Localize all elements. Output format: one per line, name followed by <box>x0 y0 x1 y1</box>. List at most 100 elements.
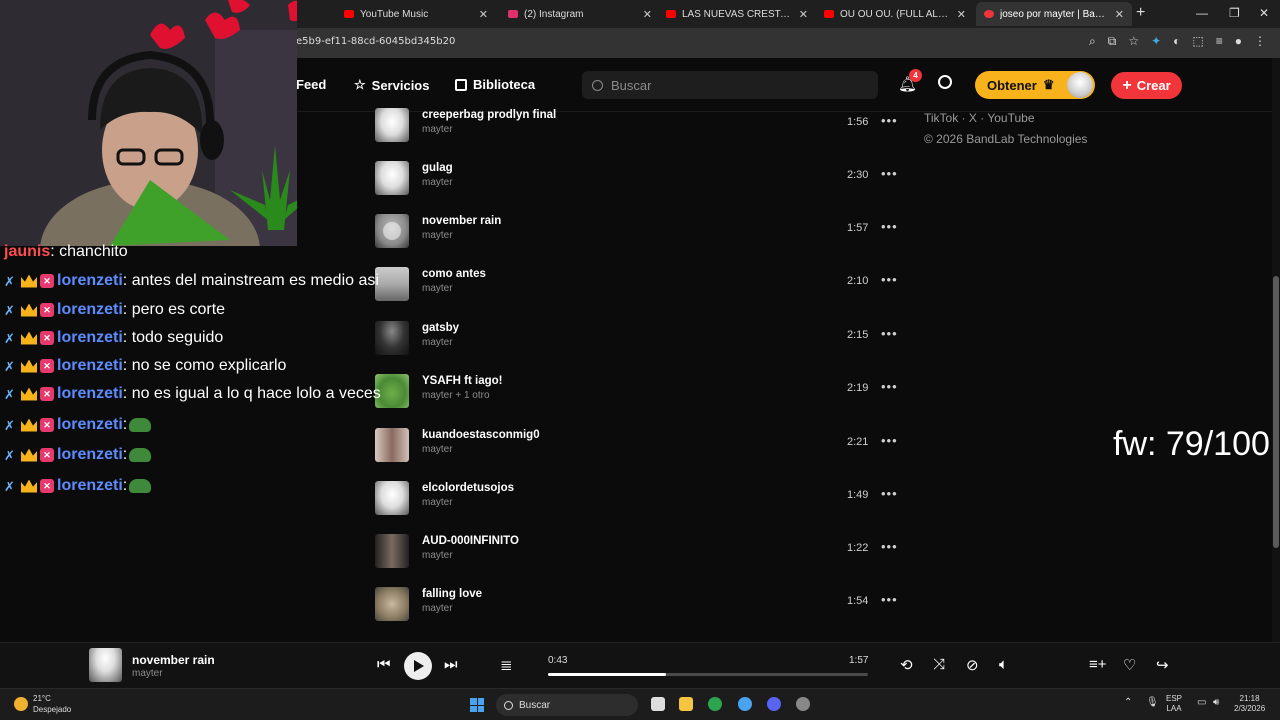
close-icon[interactable]: ✕ <box>479 8 488 21</box>
track-row[interactable]: kuandoestasconmig0 mayter 2:21 ••• <box>375 428 900 462</box>
extension-icon[interactable]: ✦ <box>1151 34 1161 49</box>
track-artist[interactable]: mayter <box>422 177 453 188</box>
like-icon[interactable]: ♡ <box>1123 656 1136 674</box>
menu-icon[interactable]: ⋮ <box>1254 34 1266 49</box>
now-playing-cover[interactable] <box>89 648 122 682</box>
share-icon[interactable]: ↪ <box>1156 656 1169 674</box>
tab-search-icon[interactable]: ≡ <box>1216 34 1223 49</box>
profile-icon[interactable]: ● <box>1235 34 1242 49</box>
track-title[interactable]: creeperbag prodlyn final <box>422 109 556 121</box>
track-row[interactable]: gulag mayter 2:30 ••• <box>375 161 900 195</box>
repeat-icon[interactable]: ⟲ <box>900 656 913 674</box>
track-title[interactable]: falling love <box>422 588 482 600</box>
track-title[interactable]: elcolordetusojos <box>422 482 514 494</box>
track-artist[interactable]: mayter <box>422 497 453 508</box>
windows-start-icon[interactable] <box>470 698 484 712</box>
shuffle-icon[interactable]: ⤨ <box>933 656 945 673</box>
discord-icon[interactable] <box>767 697 781 711</box>
track-artist[interactable]: mayter <box>422 337 453 348</box>
install-icon[interactable]: ⧉ <box>1108 34 1117 49</box>
close-icon[interactable]: ✕ <box>1115 8 1124 21</box>
close-icon[interactable]: ✕ <box>799 8 808 21</box>
track-row-active[interactable]: november rain mayter 1:57 ••• <box>375 214 900 248</box>
previous-track-icon[interactable]: ⏮ <box>377 656 391 673</box>
more-options-icon[interactable]: ••• <box>881 272 898 287</box>
track-artist[interactable]: mayter <box>422 230 453 241</box>
track-title[interactable]: gatsby <box>422 322 459 334</box>
more-options-icon[interactable]: ••• <box>881 592 898 607</box>
track-row[interactable]: gatsby mayter 2:15 ••• <box>375 321 900 355</box>
clock[interactable]: 21:18 2/3/2026 <box>1234 694 1265 714</box>
track-artist[interactable]: mayter <box>422 603 453 614</box>
weather-icon[interactable] <box>14 697 28 711</box>
track-title[interactable]: YSAFH ft iago! <box>422 375 503 387</box>
messages-icon[interactable] <box>938 75 952 89</box>
volume-icon[interactable]: 🔈︎ <box>999 656 1008 673</box>
tab-instagram[interactable]: (2) Instagram ✕ <box>500 2 660 26</box>
close-window-button[interactable]: ✕ <box>1259 6 1269 20</box>
queue-icon[interactable]: ≣ <box>500 656 513 674</box>
tab-ou-ou-ou[interactable]: OU OU OU. (FULL ALBUM) - Yo ✕ <box>816 2 974 26</box>
track-row[interactable]: AUD-000INFINITO mayter 1:22 ••• <box>375 534 900 568</box>
new-tab-button[interactable]: + <box>1136 4 1145 22</box>
track-artist[interactable]: mayter + 1 otro <box>422 390 490 401</box>
scrollbar-thumb[interactable] <box>1273 276 1279 548</box>
now-playing-artist[interactable]: mayter <box>132 668 163 679</box>
search-input[interactable]: Buscar <box>582 71 878 99</box>
more-options-icon[interactable]: ••• <box>881 219 898 234</box>
track-artist[interactable]: mayter <box>422 283 453 294</box>
track-row[interactable]: como antes mayter 2:10 ••• <box>375 267 900 301</box>
track-row[interactable]: YSAFH ft iago! mayter + 1 otro 2:19 ••• <box>375 374 900 408</box>
track-title[interactable]: kuandoestasconmig0 <box>422 429 540 441</box>
track-artist[interactable]: mayter <box>422 550 453 561</box>
tray-chevron-icon[interactable]: ⌃ <box>1124 698 1132 708</box>
more-options-icon[interactable]: ••• <box>881 166 898 181</box>
add-to-playlist-icon[interactable]: ≡+ <box>1089 656 1107 673</box>
tab-las-nuevas-crestas[interactable]: LAS NUEVAS CRESTAS (TEENX ✕ <box>658 2 816 26</box>
file-explorer-icon[interactable] <box>679 697 693 711</box>
footer-social-links[interactable]: TikTok · X · YouTube <box>924 111 1035 125</box>
minimize-button[interactable]: — <box>1196 6 1208 20</box>
next-track-icon[interactable]: ⏭ <box>444 656 458 673</box>
tab-bandlab[interactable]: joseo por mayter | BandLab ✕ <box>976 2 1132 26</box>
url-field[interactable]: e5b9-ef11-88cd-6045bd345b20 <box>296 36 455 47</box>
track-title[interactable]: como antes <box>422 268 486 280</box>
more-options-icon[interactable]: ••• <box>881 326 898 341</box>
now-playing-title[interactable]: november rain <box>132 653 215 667</box>
maximize-button[interactable]: ❐ <box>1229 6 1240 20</box>
language-indicator[interactable]: ESP LAA <box>1166 694 1182 714</box>
track-title[interactable]: november rain <box>422 215 501 227</box>
user-avatar[interactable] <box>1067 72 1093 98</box>
network-icon[interactable]: ▭ <box>1197 698 1206 708</box>
track-row[interactable]: creeperbag prodlyn final mayter 1:56 ••• <box>375 108 900 142</box>
more-options-icon[interactable]: ••• <box>881 433 898 448</box>
nav-feed[interactable]: Feed <box>296 77 326 92</box>
track-row[interactable]: elcolordetusojos mayter 1:49 ••• <box>375 481 900 515</box>
chrome-active-icon[interactable] <box>738 697 752 711</box>
zoom-icon[interactable]: ⌕ <box>1089 34 1096 49</box>
crossfade-icon[interactable]: ⊘ <box>966 656 979 674</box>
tab-youtube-music[interactable]: YouTube Music ✕ <box>336 2 496 26</box>
nav-services[interactable]: ☆ Servicios <box>354 77 429 93</box>
track-title[interactable]: AUD-000INFINITO <box>422 535 519 547</box>
close-icon[interactable]: ✕ <box>643 8 652 21</box>
more-options-icon[interactable]: ••• <box>881 379 898 394</box>
dark-mode-icon[interactable]: ◐ <box>1173 34 1180 49</box>
app-icon[interactable] <box>796 697 810 711</box>
track-title[interactable]: gulag <box>422 162 453 174</box>
track-row[interactable]: falling love mayter 1:54 ••• <box>375 587 900 621</box>
create-button[interactable]: + Crear <box>1111 72 1182 99</box>
track-artist[interactable]: mayter <box>422 444 453 455</box>
puzzle-icon[interactable]: ⬚ <box>1192 34 1203 49</box>
track-artist[interactable]: mayter <box>422 124 453 135</box>
star-icon[interactable]: ☆ <box>1128 34 1139 49</box>
more-options-icon[interactable]: ••• <box>881 486 898 501</box>
more-options-icon[interactable]: ••• <box>881 113 898 128</box>
nav-library[interactable]: Biblioteca <box>455 77 535 92</box>
play-pause-button[interactable] <box>404 652 432 680</box>
more-options-icon[interactable]: ••• <box>881 539 898 554</box>
chrome-icon[interactable] <box>708 697 722 711</box>
taskbar-search[interactable]: Buscar <box>496 694 638 716</box>
close-icon[interactable]: ✕ <box>957 8 966 21</box>
play-overlay-icon[interactable] <box>383 222 401 240</box>
